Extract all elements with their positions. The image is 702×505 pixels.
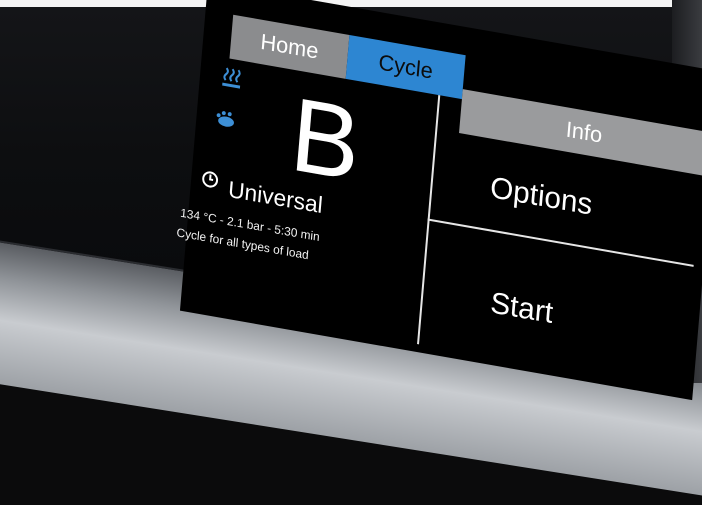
hand-icon <box>216 111 234 127</box>
steam-icon <box>222 67 241 89</box>
panel-divider-horizontal <box>427 218 694 267</box>
program-letter: B <box>286 76 365 204</box>
start-button[interactable]: Start <box>489 286 610 341</box>
top-edge-strip <box>0 0 702 7</box>
options-button[interactable]: Options <box>489 171 649 232</box>
tab-info[interactable]: Info <box>459 89 702 176</box>
tab-home[interactable]: Home <box>229 14 350 79</box>
clock-icon <box>202 171 219 188</box>
